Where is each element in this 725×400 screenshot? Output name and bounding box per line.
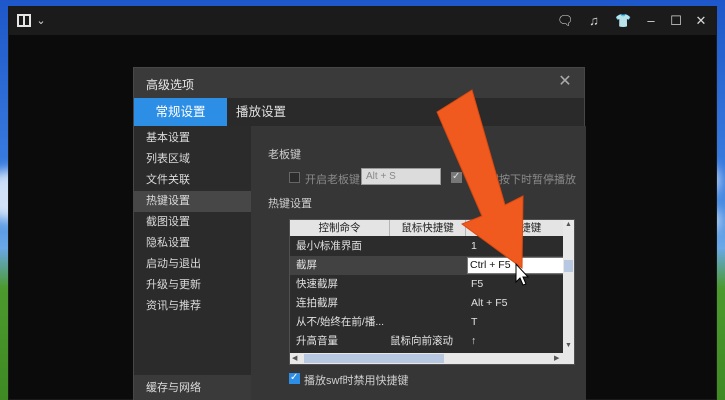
scroll-down-icon[interactable]: ▼: [565, 342, 572, 349]
row-keyboard: F5: [471, 278, 484, 290]
app-logo-icon[interactable]: [17, 14, 31, 27]
scroll-left-icon[interactable]: ◀: [292, 354, 297, 362]
pause-on-boss-key-label: 老板键按下时暂停播放: [466, 174, 576, 186]
row-command: 连拍截屏: [296, 297, 338, 309]
row-mouse: 鼠标向前滚动: [390, 335, 453, 347]
table-horizontal-scrollbar[interactable]: ◀ ▶: [290, 353, 565, 364]
tab-general-settings[interactable]: 常规设置: [134, 98, 227, 126]
row-keyboard: T: [471, 316, 478, 328]
sidebar-item-basic[interactable]: 基本设置: [134, 128, 251, 149]
row-command: 最小/标准界面: [296, 240, 362, 252]
row-keyboard: ↑: [471, 335, 477, 347]
keyboard-shortcut-edit-field[interactable]: Ctrl + F5: [467, 257, 565, 274]
settings-sidebar: 基本设置 列表区域 文件关联 热键设置 截图设置 隐私设置 启动与退出 升级与更…: [134, 126, 251, 400]
tab-playback-settings[interactable]: 播放设置: [227, 98, 295, 126]
pause-on-boss-key-checkbox[interactable]: [451, 171, 462, 183]
scroll-right-icon[interactable]: ▶: [554, 354, 559, 362]
skin-icon[interactable]: 👕: [615, 13, 631, 29]
player-title-bar: ⌄ 🗨 ♫ 👕 – ☐ ✕: [9, 7, 716, 35]
row-mouse: [390, 313, 466, 332]
column-header-command[interactable]: 控制命令: [290, 220, 390, 236]
hotkeys-table: 控制命令 鼠标快捷键 键盘快捷键 最小/标准界面 1 截屏 Ctrl + F5 …: [289, 219, 575, 365]
scroll-up-icon[interactable]: ▲: [565, 221, 572, 228]
minimize-icon[interactable]: –: [643, 13, 659, 29]
message-icon[interactable]: 🗨: [557, 13, 574, 29]
table-row[interactable]: 从不/始终在前/播... T: [290, 313, 565, 332]
table-row[interactable]: 升高音量 鼠标向前滚动 ↑: [290, 332, 565, 351]
close-icon[interactable]: ✕: [693, 13, 709, 29]
dialog-title: 高级选项: [146, 78, 195, 92]
sidebar-item-privacy[interactable]: 隐私设置: [134, 233, 251, 254]
disable-swf-hotkeys-label: 播放swf时禁用快捷键: [304, 375, 409, 387]
row-command: 快速截屏: [296, 278, 338, 290]
sidebar-item-hotkeys[interactable]: 热键设置: [134, 191, 251, 212]
bell-icon[interactable]: ♫: [586, 13, 602, 29]
sidebar-item-cache-network[interactable]: 缓存与网络: [134, 375, 251, 400]
close-icon[interactable]: ✕: [556, 73, 574, 91]
column-header-keyboard[interactable]: 键盘快捷键: [466, 220, 565, 236]
row-keyboard: Alt + F5: [471, 297, 508, 309]
disable-swf-hotkeys-checkbox[interactable]: [289, 372, 300, 384]
table-vertical-scrollbar[interactable]: ▲ ▼: [563, 220, 574, 364]
table-header: 控制命令 鼠标快捷键 键盘快捷键: [290, 220, 565, 236]
enable-boss-key-checkbox[interactable]: [289, 172, 300, 183]
row-keyboard: 1: [471, 240, 477, 252]
chevron-down-icon[interactable]: ⌄: [33, 13, 49, 29]
enable-boss-key-label: 开启老板键: [305, 174, 360, 186]
horizontal-scroll-thumb[interactable]: [304, 354, 444, 363]
maximize-icon[interactable]: ☐: [668, 13, 684, 29]
column-header-mouse[interactable]: 鼠标快捷键: [390, 220, 466, 236]
sidebar-item-news[interactable]: 资讯与推荐: [134, 296, 251, 317]
hotkeys-section-label: 热键设置: [268, 198, 312, 210]
row-command: 截屏: [296, 259, 317, 271]
sidebar-item-list-area[interactable]: 列表区域: [134, 149, 251, 170]
sidebar-item-startup-exit[interactable]: 启动与退出: [134, 254, 251, 275]
row-mouse: [390, 256, 466, 275]
boss-key-section-label: 老板键: [268, 149, 301, 161]
table-row[interactable]: 快速截屏 F5: [290, 275, 565, 294]
row-mouse: [390, 294, 466, 313]
sidebar-item-updates[interactable]: 升级与更新: [134, 275, 251, 296]
vertical-scroll-thumb[interactable]: [564, 260, 573, 272]
row-command: 从不/始终在前/播...: [296, 316, 385, 328]
sidebar-item-file-association[interactable]: 文件关联: [134, 170, 251, 191]
boss-key-input[interactable]: Alt + S: [361, 168, 441, 185]
table-row[interactable]: 最小/标准界面 1: [290, 237, 565, 256]
table-row[interactable]: 连拍截屏 Alt + F5: [290, 294, 565, 313]
table-row-selected[interactable]: 截屏 Ctrl + F5: [290, 256, 565, 275]
row-mouse: [390, 237, 466, 256]
dialog-title-bar: 高级选项 ✕: [134, 68, 584, 98]
sidebar-item-screenshot[interactable]: 截图设置: [134, 212, 251, 233]
row-command: 升高音量: [296, 335, 338, 347]
tab-bar: 常规设置 播放设置: [134, 98, 584, 126]
row-mouse: [390, 275, 466, 294]
